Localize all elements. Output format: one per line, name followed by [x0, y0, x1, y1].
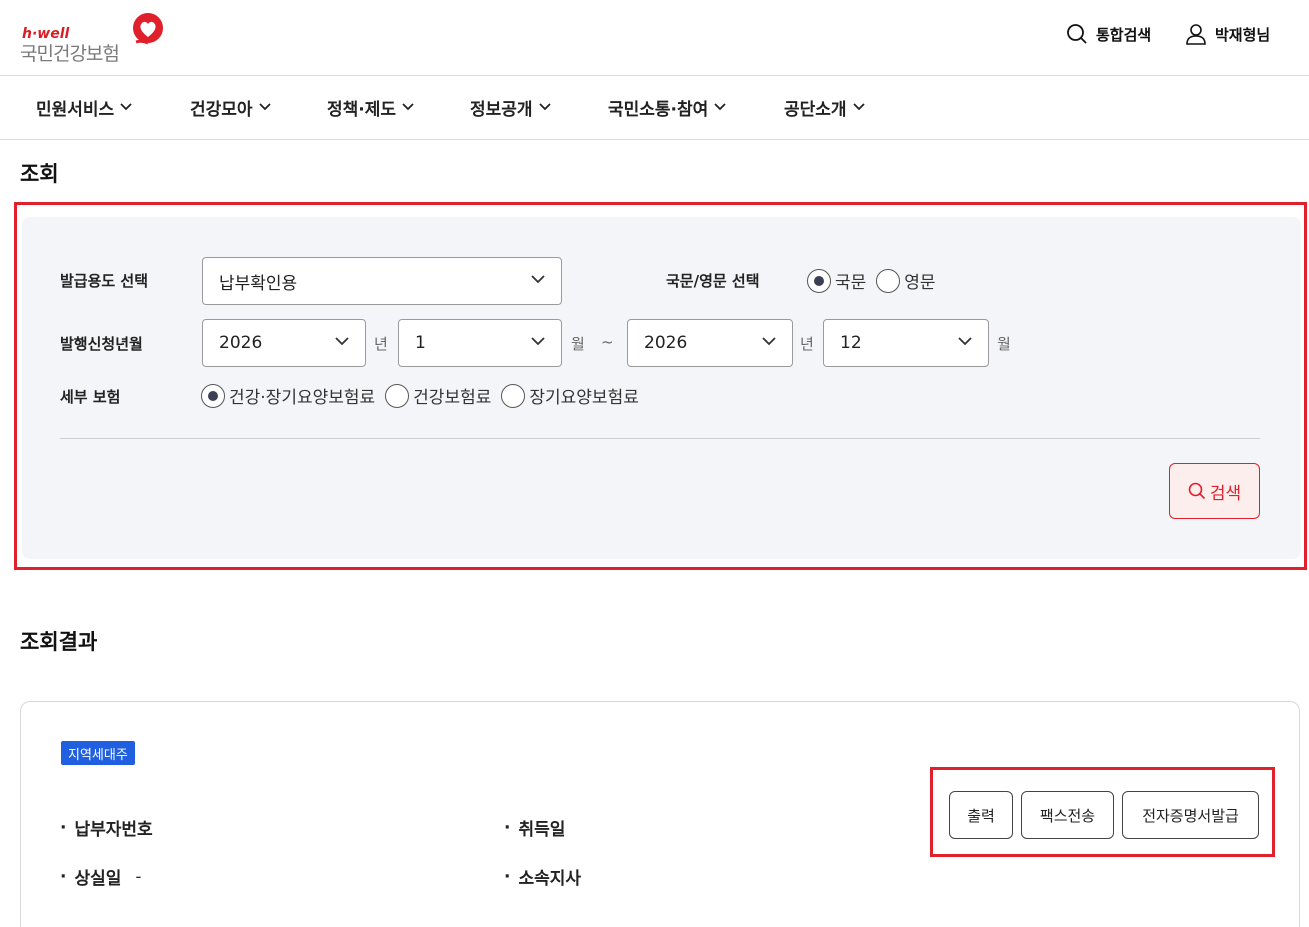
nav-label: 정보공개 — [470, 99, 533, 120]
radio-longterm-label: 장기요양보험료 — [529, 388, 639, 408]
radio-health-longterm[interactable]: 건강·장기요양보험료 — [201, 383, 375, 408]
result-title: 조회결과 — [20, 630, 98, 654]
radio-health-label: 건강보험료 — [413, 388, 492, 408]
nav-label: 건강모아 — [190, 99, 253, 120]
search-icon — [1188, 482, 1205, 500]
branch-label: 소속지사 — [518, 869, 582, 889]
radio-health-longterm-label: 건강·장기요양보험료 — [229, 388, 376, 408]
end-year-value: 2026 — [644, 333, 688, 353]
nav-item-civil-service[interactable]: 민원서비스 — [36, 94, 132, 120]
month-unit: 월 — [997, 335, 1011, 353]
start-month-select[interactable]: 1 — [398, 319, 562, 367]
lost-date-field: · 상실일 - — [60, 864, 142, 890]
purpose-label: 발급용도 선택 — [60, 272, 149, 290]
start-month-value: 1 — [415, 333, 426, 353]
chevron-down-icon — [402, 103, 414, 111]
print-button[interactable]: 출력 — [949, 791, 1013, 839]
chevron-down-icon — [531, 337, 545, 346]
start-year-value: 2026 — [219, 333, 263, 353]
payer-number-field: · 납부자번호 — [60, 815, 153, 841]
bullet: · — [504, 817, 511, 838]
language-label: 국문/영문 선택 — [666, 272, 760, 290]
detail-label: 세부 보험 — [60, 388, 121, 406]
year-unit: 년 — [374, 335, 388, 353]
chevron-down-icon — [762, 337, 776, 346]
purpose-value: 납부확인용 — [219, 273, 298, 294]
nav-item-about[interactable]: 공단소개 — [784, 94, 865, 120]
integrated-search-label: 통합검색 — [1096, 25, 1152, 44]
radio-english-label: 영문 — [904, 273, 936, 293]
start-year-select[interactable]: 2026 — [202, 319, 366, 367]
nav-label: 국민소통·참여 — [608, 99, 709, 120]
acquired-date-field: · 취득일 — [504, 815, 566, 841]
panel-divider — [60, 438, 1260, 439]
radio-longterm[interactable]: 장기요양보험료 — [501, 383, 639, 408]
bullet: · — [60, 866, 67, 887]
chevron-down-icon — [538, 103, 551, 111]
purpose-select[interactable]: 납부확인용 — [202, 257, 562, 305]
chevron-down-icon — [120, 103, 132, 111]
month-unit: 월 — [571, 335, 585, 353]
user-name: 박재형님 — [1215, 25, 1271, 44]
radio-circle-checked — [807, 268, 831, 293]
radio-korean-label: 국문 — [835, 273, 867, 293]
chevron-down-icon — [335, 337, 349, 346]
range-separator: ~ — [601, 333, 614, 351]
query-title: 조회 — [20, 162, 59, 186]
search-button[interactable]: 검색 — [1169, 463, 1260, 519]
nav-item-policy[interactable]: 정책·제도 — [327, 94, 414, 120]
nav-label: 정책·제도 — [327, 99, 397, 120]
fax-button[interactable]: 팩스전송 — [1021, 791, 1114, 839]
search-icon — [1067, 24, 1087, 44]
bullet: · — [60, 817, 67, 838]
branch-field: · 소속지사 — [504, 864, 582, 890]
bullet: · — [504, 866, 511, 887]
radio-circle-checked — [201, 383, 225, 408]
chevron-down-icon — [714, 103, 726, 111]
radio-circle — [385, 383, 410, 408]
radio-health[interactable]: 건강보험료 — [385, 383, 491, 408]
search-button-label: 검색 — [1209, 483, 1242, 504]
site-logo[interactable]: h·well 국민건강보험 — [20, 12, 165, 65]
chevron-down-icon — [852, 103, 865, 111]
detail-radio-group: 건강·장기요양보험료 건강보험료 장기요양보험료 — [201, 383, 649, 408]
nav-label: 공단소개 — [784, 99, 847, 120]
year-unit: 년 — [800, 335, 814, 353]
radio-circle — [501, 383, 526, 408]
nav-label: 민원서비스 — [36, 99, 115, 120]
radio-korean[interactable]: 국문 — [807, 268, 866, 293]
e-certificate-button[interactable]: 전자증명서발급 — [1122, 791, 1259, 839]
language-radio-group: 국문 영문 — [807, 268, 946, 293]
site-header: h·well 국민건강보험 통합검색 박재형님 — [0, 0, 1309, 75]
member-type-badge: 지역세대주 — [61, 741, 135, 765]
nav-item-health-moa[interactable]: 건강모아 — [190, 94, 271, 120]
end-year-select[interactable]: 2026 — [627, 319, 793, 367]
heart-logo-icon — [133, 13, 163, 45]
user-menu[interactable]: 박재형님 — [1185, 22, 1270, 46]
end-month-select[interactable]: 12 — [823, 319, 989, 367]
period-label: 발행신청년월 — [60, 335, 143, 353]
acquired-date-label: 취득일 — [518, 820, 566, 840]
radio-english[interactable]: 영문 — [876, 268, 936, 293]
nav-item-disclosure[interactable]: 정보공개 — [470, 94, 551, 120]
user-icon — [1186, 24, 1206, 45]
lost-date-value: - — [135, 866, 142, 887]
integrated-search-link[interactable]: 통합검색 — [1066, 22, 1151, 46]
main-nav: 민원서비스 건강모아 정책·제도 정보공개 국민소통·참여 공단소개 — [0, 75, 1309, 140]
chevron-down-icon — [258, 103, 271, 111]
logo-name: 국민건강보험 — [20, 43, 120, 65]
end-month-value: 12 — [840, 333, 862, 353]
chevron-down-icon — [531, 275, 545, 284]
nav-item-participation[interactable]: 국민소통·참여 — [608, 94, 726, 120]
chevron-down-icon — [958, 337, 972, 346]
payer-number-label: 납부자번호 — [74, 820, 153, 840]
radio-circle — [876, 268, 901, 293]
lost-date-label: 상실일 — [74, 869, 122, 889]
